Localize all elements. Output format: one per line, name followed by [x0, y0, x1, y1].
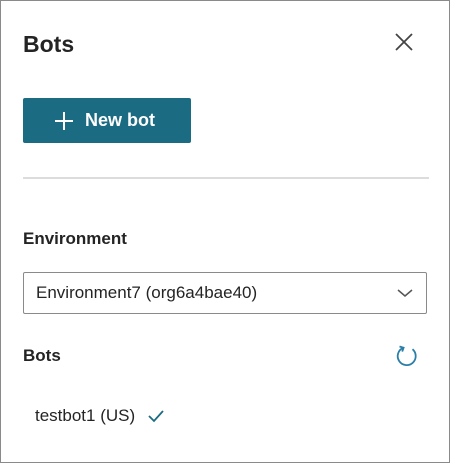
environment-selected-value: Environment7 (org6a4bae40): [36, 283, 258, 302]
environment-label: Environment: [23, 229, 127, 248]
bot-list-item[interactable]: testbot1 (US): [35, 406, 165, 426]
bot-name: testbot1 (US): [35, 406, 136, 425]
bots-panel: Bots New bot Environment Environment7 (o…: [0, 0, 450, 463]
close-icon[interactable]: [393, 31, 415, 53]
plus-icon: [55, 111, 73, 130]
checkmark-icon: [148, 410, 164, 423]
panel-title: Bots: [23, 31, 75, 57]
bots-section-label: Bots: [23, 346, 61, 365]
new-bot-label: New bot: [85, 110, 155, 130]
chevron-down-icon: [397, 289, 413, 297]
refresh-icon[interactable]: [395, 344, 419, 368]
divider: [23, 177, 429, 179]
environment-select[interactable]: Environment7 (org6a4bae40): [23, 272, 427, 314]
new-bot-button[interactable]: New bot: [23, 98, 191, 143]
